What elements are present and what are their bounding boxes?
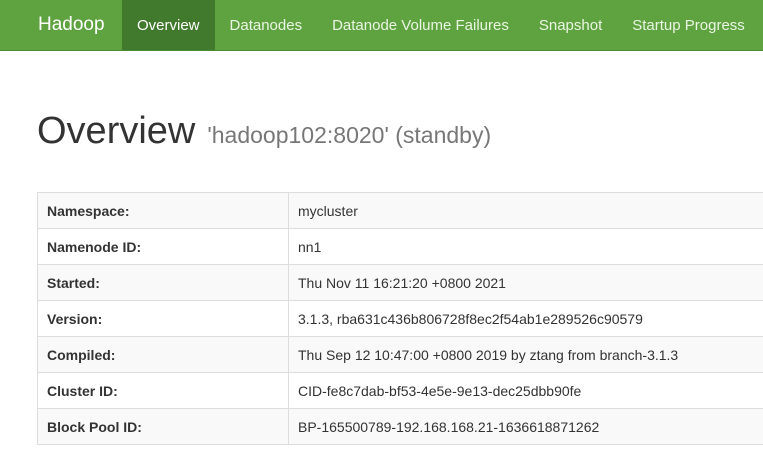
row-value-cluster-id: CID-fe8c7dab-bf53-4e5e-9e13-dec25dbb90fe [288, 372, 763, 409]
row-key-cluster-id: Cluster ID: [37, 372, 289, 409]
table-row: Compiled: Thu Sep 12 10:47:00 +0800 2019… [37, 336, 763, 373]
top-navbar: Hadoop Overview Datanodes Datanode Volum… [0, 0, 763, 51]
row-value-namespace: mycluster [288, 192, 763, 229]
table-row: Namenode ID: nn1 [37, 228, 763, 265]
page-title: Overview [37, 110, 196, 152]
row-key-namespace: Namespace: [37, 192, 289, 229]
row-value-namenode-id: nn1 [288, 228, 763, 265]
nav-tab-startup-progress[interactable]: Startup Progress [617, 0, 760, 50]
overview-table: Namespace: mycluster Namenode ID: nn1 St… [37, 192, 763, 445]
row-key-namenode-id: Namenode ID: [37, 228, 289, 265]
nav-tab-datanodes[interactable]: Datanodes [215, 0, 318, 50]
row-value-version: 3.1.3, rba631c436b806728f8ec2f54ab1e2895… [288, 300, 763, 337]
table-row: Cluster ID: CID-fe8c7dab-bf53-4e5e-9e13-… [37, 372, 763, 409]
row-key-compiled: Compiled: [37, 336, 289, 373]
row-key-started: Started: [37, 264, 289, 301]
page-header: Overview 'hadoop102:8020' (standby) [37, 110, 491, 153]
page-subtitle: 'hadoop102:8020' (standby) [207, 122, 492, 148]
row-value-block-pool-id: BP-165500789-192.168.168.21-163661887126… [288, 408, 763, 445]
table-row: Namespace: mycluster [37, 192, 763, 229]
table-row: Version: 3.1.3, rba631c436b806728f8ec2f5… [37, 300, 763, 337]
nav-tab-datanode-volume-failures[interactable]: Datanode Volume Failures [317, 0, 524, 50]
row-value-started: Thu Nov 11 16:21:20 +0800 2021 [288, 264, 763, 301]
row-value-compiled: Thu Sep 12 10:47:00 +0800 2019 by ztang … [288, 336, 763, 373]
row-key-version: Version: [37, 300, 289, 337]
nav-tab-snapshot[interactable]: Snapshot [524, 0, 617, 50]
nav-tab-overview[interactable]: Overview [122, 0, 215, 50]
row-key-block-pool-id: Block Pool ID: [37, 408, 289, 445]
brand-logo[interactable]: Hadoop [0, 0, 122, 50]
table-row: Started: Thu Nov 11 16:21:20 +0800 2021 [37, 264, 763, 301]
table-row: Block Pool ID: BP-165500789-192.168.168.… [37, 408, 763, 445]
